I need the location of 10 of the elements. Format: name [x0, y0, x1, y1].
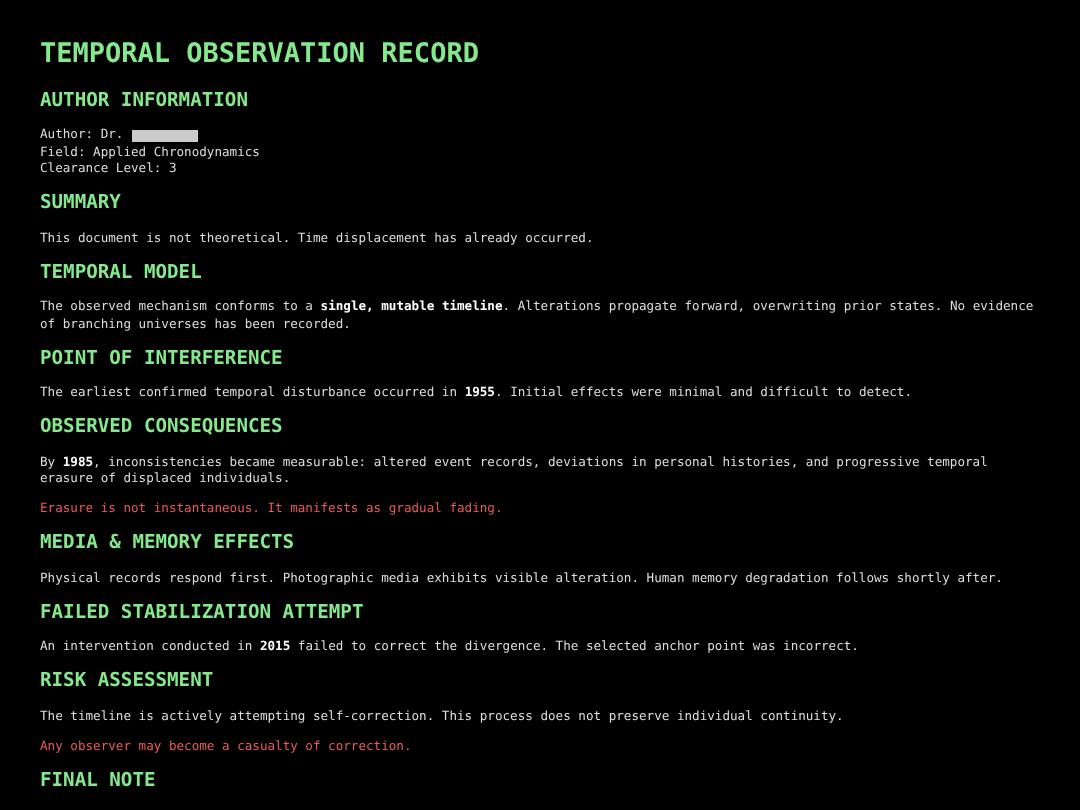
- document-title: TEMPORAL OBSERVATION RECORD: [40, 38, 481, 72]
- section-heading: TEMPORAL MODEL: [40, 261, 204, 285]
- section-heading: POINT OF INTERFERENCE: [40, 347, 285, 371]
- section-heading: RISK ASSESSMENT: [40, 670, 216, 694]
- section-heading: FINAL NOTE: [40, 769, 158, 793]
- section-heading: SUMMARY: [40, 192, 123, 216]
- section-heading: OBSERVED CONSEQUENCES: [40, 416, 285, 440]
- section-heading: MEDIA & MEMORY EFFECTS: [40, 532, 297, 556]
- section-heading: FAILED STABILIZATION ATTEMPT: [40, 601, 366, 625]
- section-heading: AUTHOR INFORMATION: [40, 89, 250, 113]
